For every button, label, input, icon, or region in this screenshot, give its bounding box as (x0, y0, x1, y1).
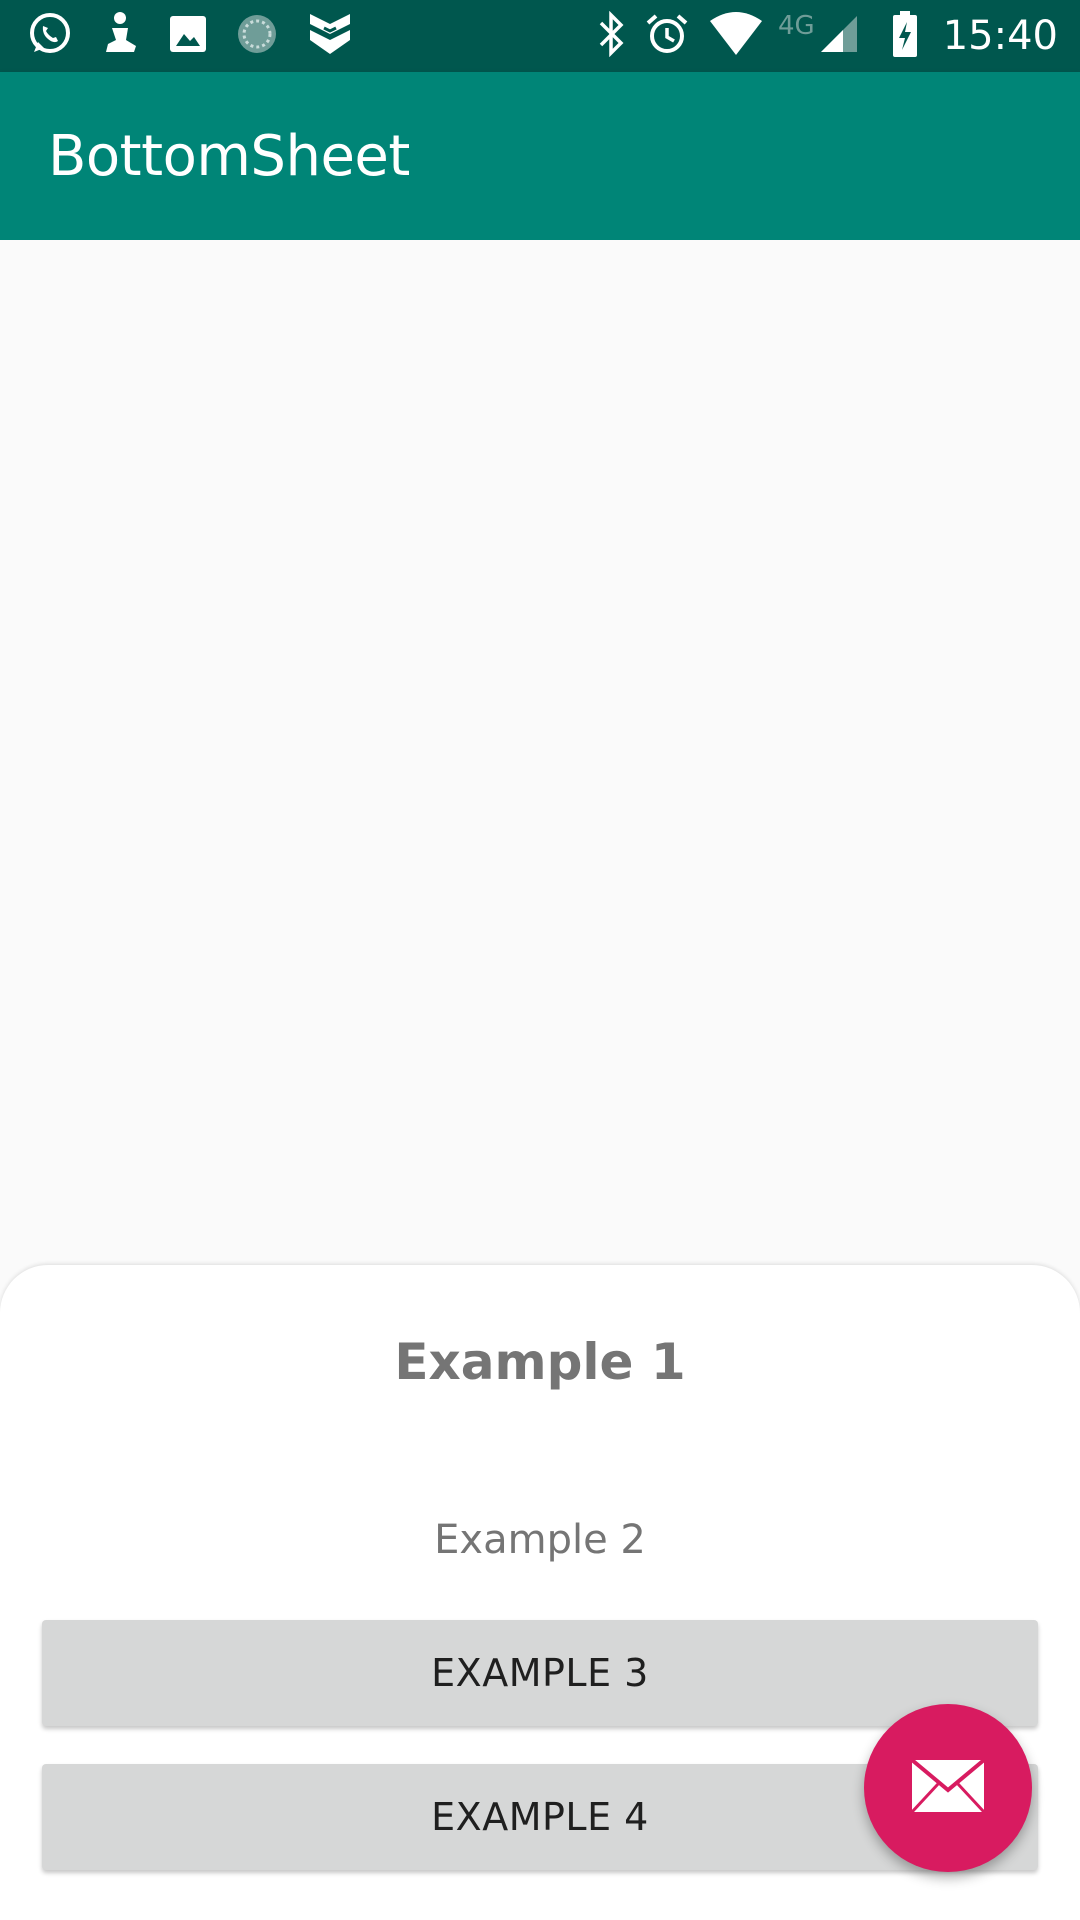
sheet-title: Example 1 (394, 1333, 686, 1391)
main-content (0, 240, 1080, 1265)
example-3-button[interactable]: EXAMPLE 3 (42, 1620, 1038, 1726)
figure-icon (98, 10, 142, 62)
system-icons: 4G 15:40 (578, 10, 1058, 62)
whatsapp-icon (26, 10, 74, 62)
sync-icon (234, 11, 280, 61)
signal-icon (819, 14, 859, 58)
clock: 15:40 (942, 13, 1058, 59)
example-4-button-label: EXAMPLE 4 (431, 1795, 649, 1839)
alarm-icon (644, 11, 690, 61)
bluetooth-icon (596, 10, 626, 61)
mail-icon (910, 1758, 986, 1818)
example-3-button-label: EXAMPLE 3 (431, 1651, 649, 1695)
mail-fab-button[interactable] (864, 1704, 1032, 1872)
badge-icon (304, 10, 356, 62)
sheet-subtitle: Example 2 (434, 1517, 646, 1563)
status-bar: 4G 15:40 (0, 0, 1080, 72)
image-icon (166, 12, 210, 60)
app-bar: BottomSheet (0, 72, 1080, 240)
network-label: 4G (778, 11, 815, 41)
app-title: BottomSheet (48, 123, 410, 189)
battery-charging-icon (891, 10, 919, 62)
notification-icons (26, 10, 380, 62)
wifi-icon (708, 11, 764, 61)
